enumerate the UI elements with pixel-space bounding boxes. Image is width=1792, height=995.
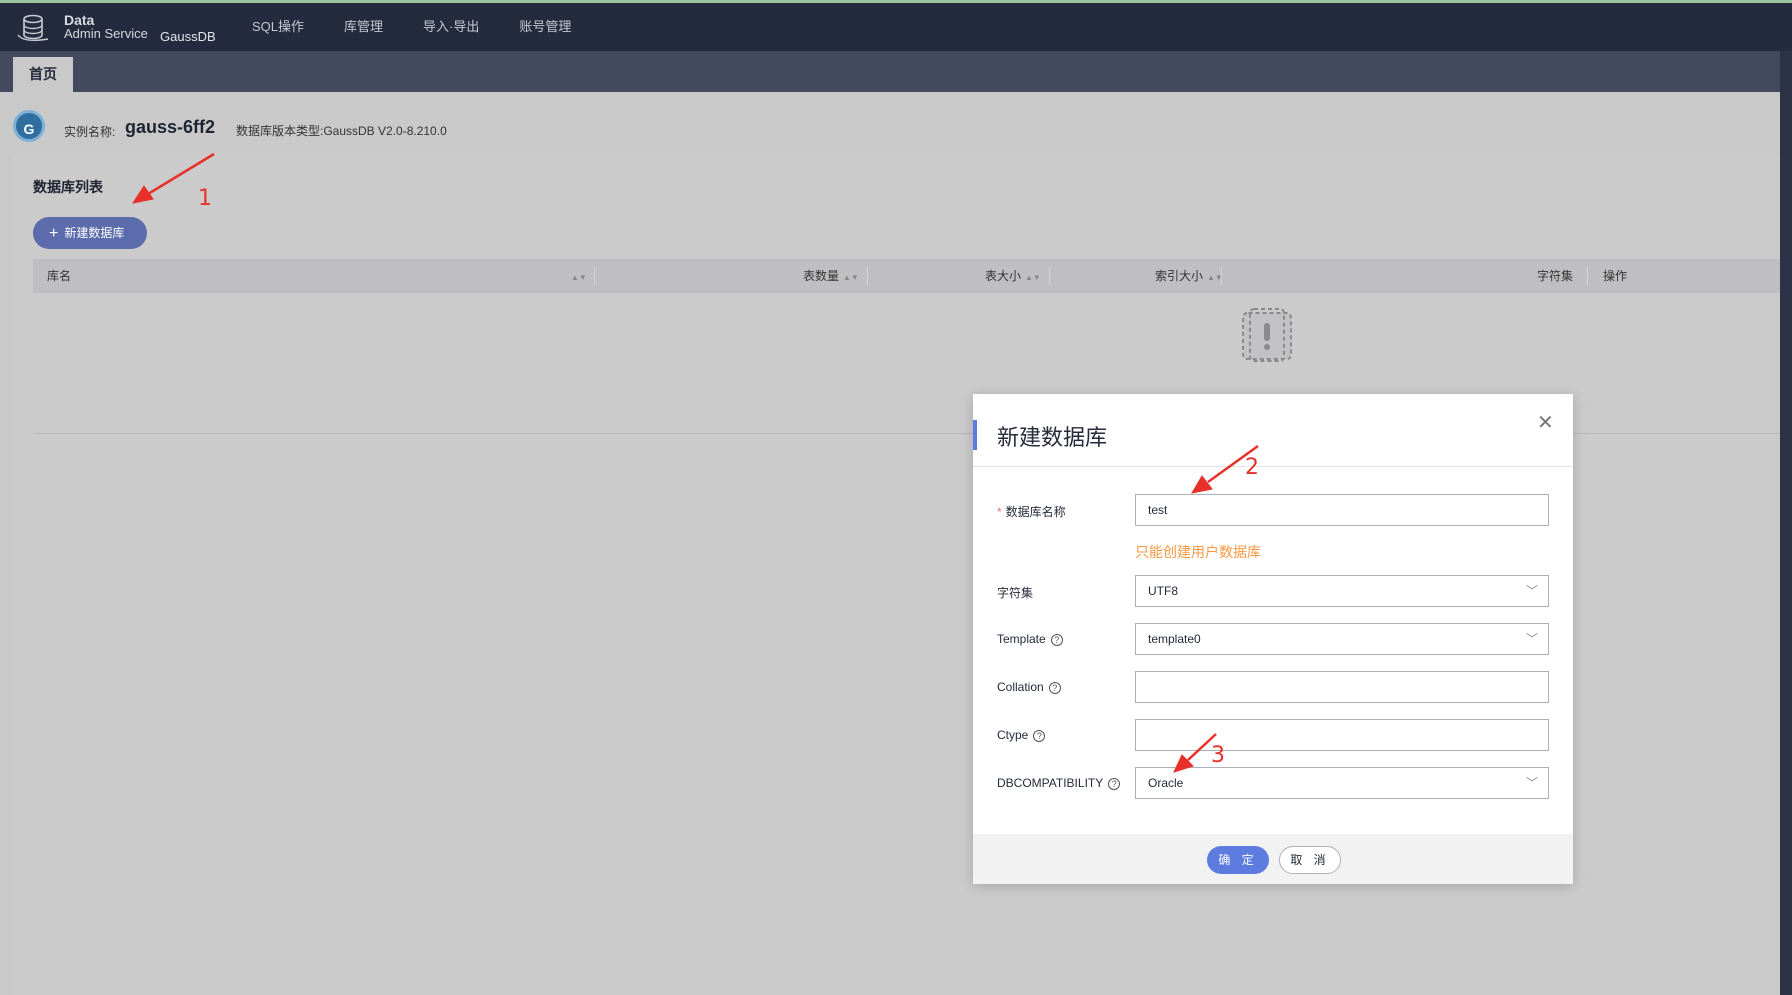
sort-icon: ▲▼ bbox=[1025, 273, 1041, 282]
collation-input[interactable] bbox=[1135, 671, 1549, 703]
template-label: Template? bbox=[997, 632, 1063, 646]
plus-icon: + bbox=[49, 225, 59, 242]
annotation-number-2: 2 bbox=[1245, 455, 1259, 480]
chevron-down-icon: ﹀ bbox=[1525, 584, 1538, 598]
dialog-title: 新建数据库 bbox=[997, 425, 1108, 450]
instance-name-label: 实例名称: bbox=[64, 125, 116, 139]
ctype-label: Ctype? bbox=[997, 728, 1046, 742]
col-table-count-label: 表数量 bbox=[803, 269, 840, 283]
col-table-size-label: 表大小 bbox=[985, 269, 1022, 283]
sort-db-name-icon[interactable]: ▲▼ bbox=[567, 259, 587, 293]
col-charset-label: 字符集 bbox=[1537, 269, 1574, 283]
db-list-title: 数据库列表 bbox=[33, 179, 103, 195]
column-divider bbox=[1587, 267, 1588, 285]
col-table-count[interactable]: 表数量 ▲▼ bbox=[803, 259, 859, 293]
new-database-button-label: 新建数据库 bbox=[64, 226, 125, 240]
sort-icon: ▲▼ bbox=[843, 273, 859, 282]
dbcompatibility-select[interactable]: Oracle ﹀ bbox=[1135, 767, 1549, 799]
col-index-size[interactable]: 索引大小 ▲▼ bbox=[1155, 259, 1223, 293]
dbcompatibility-label: DBCOMPATIBILITY? bbox=[997, 776, 1121, 790]
tab-home[interactable]: 首页 bbox=[13, 57, 73, 92]
charset-select-value: UTF8 bbox=[1148, 584, 1178, 598]
dbcompatibility-select-value: Oracle bbox=[1148, 776, 1184, 790]
charset-label: 字符集 bbox=[997, 586, 1034, 600]
col-actions-label: 操作 bbox=[1603, 269, 1628, 283]
db-version-info: 数据库版本类型:GaussDB V2.0-8.210.0 bbox=[236, 124, 447, 138]
chevron-down-icon: ﹀ bbox=[1525, 776, 1538, 790]
help-icon[interactable]: ? bbox=[1050, 634, 1063, 646]
new-database-button[interactable]: + 新建数据库 bbox=[33, 217, 147, 249]
logo-text: Data Admin Service bbox=[64, 13, 148, 41]
col-index-size-label: 索引大小 bbox=[1155, 269, 1204, 283]
logo-line1: Data bbox=[64, 12, 95, 28]
template-select-value: template0 bbox=[1148, 632, 1201, 646]
col-db-name-label: 库名 bbox=[47, 269, 72, 283]
chevron-down-icon: ﹀ bbox=[1525, 632, 1538, 646]
collation-label: Collation? bbox=[997, 680, 1061, 694]
annotation-number-3: 3 bbox=[1211, 743, 1225, 768]
db-name-hint: 只能创建用户数据库 bbox=[1135, 544, 1261, 560]
logo-line2: Admin Service bbox=[64, 26, 148, 41]
template-select[interactable]: template0 ﹀ bbox=[1135, 623, 1549, 655]
col-actions: 操作 bbox=[1603, 259, 1627, 293]
nav-sql-operations[interactable]: SQL操作 bbox=[252, 3, 304, 51]
charset-select[interactable]: UTF8 ﹀ bbox=[1135, 575, 1549, 607]
col-db-name[interactable]: 库名 bbox=[47, 259, 71, 293]
required-marker: * bbox=[997, 505, 1002, 519]
database-logo-icon bbox=[17, 14, 49, 42]
help-icon[interactable]: ? bbox=[1048, 682, 1061, 694]
gaussdb-instance-icon: G bbox=[13, 110, 45, 142]
column-divider bbox=[1221, 267, 1222, 285]
column-divider bbox=[867, 267, 868, 285]
empty-data-icon bbox=[1242, 308, 1292, 362]
dialog-title-accent bbox=[973, 420, 977, 450]
db-name-input[interactable]: test bbox=[1135, 494, 1549, 526]
template-label-text: Template bbox=[997, 632, 1046, 646]
annotation-number-1: 1 bbox=[198, 186, 212, 211]
help-icon[interactable]: ? bbox=[1033, 730, 1046, 742]
main-nav: SQL操作 库管理 导入·导出 账号管理 bbox=[252, 3, 611, 51]
column-divider bbox=[1049, 267, 1050, 285]
column-divider bbox=[594, 267, 595, 285]
collation-label-text: Collation bbox=[997, 680, 1044, 694]
nav-db-management[interactable]: 库管理 bbox=[344, 3, 383, 51]
ctype-label-text: Ctype bbox=[997, 728, 1029, 742]
dialog-footer bbox=[973, 834, 1573, 884]
confirm-button[interactable]: 确 定 bbox=[1207, 846, 1269, 874]
nav-import-export[interactable]: 导入·导出 bbox=[423, 3, 479, 51]
col-charset: 字符集 bbox=[1537, 259, 1573, 293]
dbcompatibility-label-text: DBCOMPATIBILITY bbox=[997, 776, 1104, 790]
db-name-label: * 数据库名称 bbox=[997, 503, 1066, 520]
product-name: GaussDB bbox=[160, 29, 216, 44]
close-icon[interactable]: ✕ bbox=[1537, 410, 1554, 435]
help-icon[interactable]: ? bbox=[1108, 778, 1121, 790]
cancel-button[interactable]: 取 消 bbox=[1279, 846, 1341, 874]
right-edge-strip bbox=[1780, 51, 1792, 995]
new-database-dialog: 新建数据库 ✕ * 数据库名称 test 只能创建用户数据库 字符集 UTF8 ﹀ … bbox=[973, 394, 1573, 884]
instance-name: gauss-6ff2 bbox=[125, 117, 216, 137]
ctype-input[interactable] bbox=[1135, 719, 1549, 751]
dialog-divider bbox=[973, 466, 1573, 467]
col-table-size[interactable]: 表大小 ▲▼ bbox=[985, 259, 1041, 293]
instance-info-bar: G 实例名称: gauss-6ff2 数据库版本类型:GaussDB V2.0-… bbox=[0, 92, 1780, 155]
tab-bar: 首页 bbox=[0, 51, 1792, 92]
nav-account-management[interactable]: 账号管理 bbox=[519, 3, 571, 51]
table-header: 库名 ▲▼ 表数量 ▲▼ 表大小 ▲▼ 索引大小 ▲▼ 字符集 操作 bbox=[33, 259, 1780, 293]
db-name-label-text: 数据库名称 bbox=[1005, 505, 1066, 519]
